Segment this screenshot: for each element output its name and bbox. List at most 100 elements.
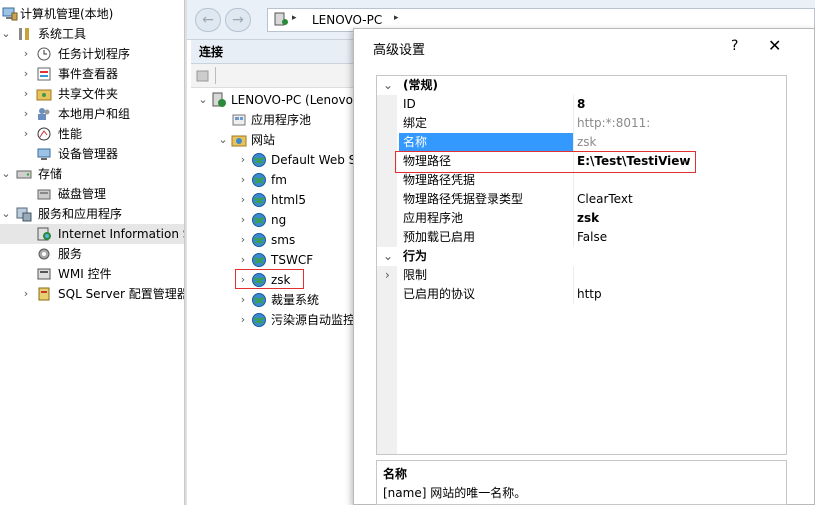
wmi-icon xyxy=(36,266,52,282)
chevron-right-icon[interactable]: › xyxy=(237,250,249,270)
globe-icon xyxy=(251,172,267,188)
globe-icon xyxy=(251,212,267,228)
connection-tree-item[interactable]: › 裁量系统 xyxy=(191,290,353,310)
property-name: 名称 xyxy=(399,133,573,152)
chevron-right-icon[interactable]: › xyxy=(20,84,32,104)
property-category[interactable]: ⌄ (常规) xyxy=(377,76,786,95)
connection-tree-item[interactable]: › sms xyxy=(191,230,353,250)
tree-item-label: WMI 控件 xyxy=(58,267,112,281)
chevron-right-icon[interactable]: › xyxy=(237,290,249,310)
property-value[interactable]: False xyxy=(577,228,607,247)
property-value[interactable]: 8 xyxy=(577,95,585,114)
category-label: (常规) xyxy=(403,78,438,92)
property-value[interactable]: zsk xyxy=(577,209,599,228)
tree-item[interactable]: 服务 xyxy=(0,244,184,264)
chevron-right-icon[interactable]: › xyxy=(237,310,249,330)
tree-item[interactable]: WMI 控件 xyxy=(0,264,184,284)
tree-item[interactable]: › 事件查看器 xyxy=(0,64,184,84)
tree-item-label: 设备管理器 xyxy=(58,147,119,161)
chevron-right-icon[interactable]: › xyxy=(237,190,249,210)
property-category[interactable]: ⌄ 行为 xyxy=(377,247,786,266)
storage-icon xyxy=(16,166,32,182)
tree-item[interactable]: › 任务计划程序 xyxy=(0,44,184,64)
tree-item[interactable]: 磁盘管理 xyxy=(0,184,184,204)
connection-tree-label: 裁量系统 xyxy=(271,293,320,307)
connection-tree-label: sms xyxy=(271,233,296,247)
users-icon xyxy=(36,106,52,122)
chevron-down-icon[interactable]: ⌄ xyxy=(0,164,12,184)
tree-item[interactable]: ⌄ 存储 xyxy=(0,164,184,184)
column-separator xyxy=(573,228,574,247)
property-row[interactable]: 名称 zsk xyxy=(377,133,786,152)
tree-item[interactable]: 设备管理器 xyxy=(0,144,184,164)
services-apps-icon xyxy=(16,206,32,222)
connection-tree-item[interactable]: › html5 xyxy=(191,190,353,210)
property-row[interactable]: 物理路径凭据登录类型 ClearText xyxy=(377,190,786,209)
app-pool-icon xyxy=(231,112,247,128)
forward-button[interactable]: → xyxy=(225,8,251,32)
chevron-right-icon[interactable]: › xyxy=(237,150,249,170)
highlight-box xyxy=(235,269,304,289)
globe-icon xyxy=(251,312,267,328)
close-button[interactable]: ✕ xyxy=(768,36,781,55)
property-row[interactable]: 物理路径凭据 xyxy=(377,171,786,190)
path-separator-icon: ▸ xyxy=(292,13,297,23)
connection-tree-item[interactable]: ⌄ LENOVO-PC (Lenovo xyxy=(191,90,353,110)
collapse-icon[interactable]: ⌄ xyxy=(383,76,393,95)
chevron-down-icon[interactable]: ⌄ xyxy=(0,204,12,224)
connection-tree-item[interactable]: › 污染源自动监控 xyxy=(191,310,353,330)
tree-item[interactable]: ⌄ 系统工具 xyxy=(0,24,184,44)
back-button[interactable]: ← xyxy=(195,8,221,32)
property-value[interactable]: ClearText xyxy=(577,190,633,209)
property-name: 物理路径凭据 xyxy=(403,173,476,187)
connection-tree-item[interactable]: 应用程序池 xyxy=(191,110,353,130)
chevron-right-icon[interactable]: › xyxy=(237,170,249,190)
connection-tree-item[interactable]: ⌄ 网站 xyxy=(191,130,353,150)
tree-item[interactable]: › 本地用户和组 xyxy=(0,104,184,124)
property-name: 限制 xyxy=(403,268,428,282)
property-row[interactable]: 预加载已启用 False xyxy=(377,228,786,247)
chevron-right-icon[interactable]: › xyxy=(20,104,32,124)
connection-tree-item[interactable]: › fm xyxy=(191,170,353,190)
iis-icon xyxy=(36,226,52,242)
property-row[interactable]: 应用程序池 zsk xyxy=(377,209,786,228)
path-dropdown-icon[interactable]: ▸ xyxy=(394,13,399,23)
chevron-down-icon[interactable]: ⌄ xyxy=(197,90,209,110)
property-name: 物理路径凭据登录类型 xyxy=(403,192,524,206)
tree-item-label: Internet Information S xyxy=(58,227,184,241)
property-row[interactable]: 已启用的协议 http xyxy=(377,285,786,304)
property-row[interactable]: ID 8 xyxy=(377,95,786,114)
chevron-right-icon[interactable]: › xyxy=(20,284,32,304)
property-value[interactable]: http:*:8011: xyxy=(577,114,650,133)
property-row[interactable]: › 限制 xyxy=(377,266,786,285)
property-value[interactable]: http xyxy=(577,285,602,304)
sql-server-icon xyxy=(36,286,52,302)
chevron-right-icon[interactable]: › xyxy=(20,44,32,64)
chevron-down-icon[interactable]: ⌄ xyxy=(217,130,229,150)
property-row[interactable]: 绑定 http:*:8011: xyxy=(377,114,786,133)
help-button[interactable]: ? xyxy=(731,38,738,54)
expand-icon[interactable]: › xyxy=(385,266,390,285)
clock-icon xyxy=(36,46,52,62)
collapse-icon[interactable]: ⌄ xyxy=(383,247,393,266)
tree-item[interactable]: Internet Information S xyxy=(0,224,184,244)
connection-tree-item[interactable]: › ng xyxy=(191,210,353,230)
chevron-right-icon[interactable]: › xyxy=(20,124,32,144)
connect-icon[interactable] xyxy=(195,68,211,87)
chevron-right-icon[interactable]: › xyxy=(237,210,249,230)
chevron-right-icon[interactable]: › xyxy=(20,64,32,84)
chevron-down-icon[interactable]: ⌄ xyxy=(0,24,12,44)
column-separator xyxy=(573,190,574,209)
connection-tree-label: 应用程序池 xyxy=(251,113,312,127)
connection-tree-item[interactable]: › Default Web S xyxy=(191,150,353,170)
tree-item-label: SQL Server 配置管理器 xyxy=(58,287,184,301)
tree-item[interactable]: › 性能 xyxy=(0,124,184,144)
property-name: 预加载已启用 xyxy=(403,230,476,244)
tree-item[interactable]: › 共享文件夹 xyxy=(0,84,184,104)
tree-item[interactable]: › SQL Server 配置管理器 xyxy=(0,284,184,304)
tree-root[interactable]: 计算机管理(本地) xyxy=(0,4,184,24)
chevron-right-icon[interactable]: › xyxy=(237,230,249,250)
tree-item[interactable]: ⌄ 服务和应用程序 xyxy=(0,204,184,224)
property-value[interactable]: zsk xyxy=(577,133,597,152)
connection-tree-item[interactable]: › TSWCF xyxy=(191,250,353,270)
